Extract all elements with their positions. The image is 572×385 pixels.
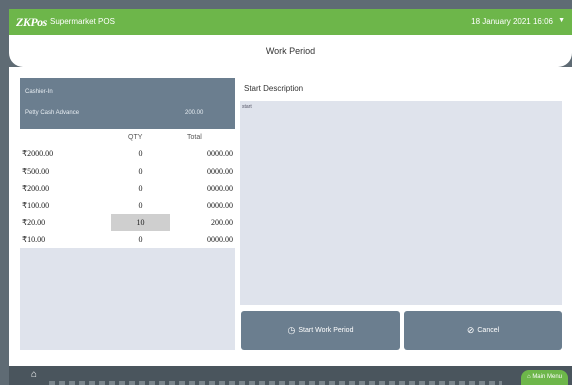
description-field[interactable]: start bbox=[240, 101, 562, 305]
table-row: ₹2000.00 0 0000.00 bbox=[20, 145, 235, 162]
denomination: ₹10.00 bbox=[22, 235, 46, 244]
denomination: ₹2000.00 bbox=[22, 149, 54, 158]
total-header: Total bbox=[187, 134, 202, 141]
bottom-bar: ⌂ ⌂ Main Menu bbox=[9, 366, 572, 385]
qty-field[interactable]: 0 bbox=[111, 163, 170, 180]
left-panel-empty bbox=[20, 248, 235, 350]
qty-field[interactable]: 10 bbox=[111, 214, 170, 231]
row-total: 0000.00 bbox=[207, 149, 233, 158]
datetime: 18 January 2021 16:06 bbox=[471, 17, 553, 26]
main-menu-button[interactable]: ⌂ Main Menu bbox=[521, 370, 568, 385]
description-text: start bbox=[242, 104, 252, 110]
main-menu-label: Main Menu bbox=[532, 374, 562, 380]
title-card: Work Period bbox=[9, 35, 572, 67]
denomination: ₹200.00 bbox=[22, 184, 50, 193]
home-icon[interactable]: ⌂ bbox=[31, 369, 37, 380]
app-title: Supermarket POS bbox=[50, 17, 115, 26]
start-work-period-button[interactable]: ◷ Start Work Period bbox=[241, 311, 400, 350]
row-total: 200.00 bbox=[211, 218, 233, 227]
page-title: Work Period bbox=[265, 46, 316, 56]
table-row: ₹10.00 0 0000.00 bbox=[20, 231, 235, 248]
row-total: 0000.00 bbox=[207, 235, 233, 244]
row-total: 0000.00 bbox=[207, 201, 233, 210]
cancel-icon: ⊘ bbox=[466, 325, 475, 335]
qty-field[interactable]: 0 bbox=[111, 145, 170, 162]
table-row: ₹100.00 0 0000.00 bbox=[20, 197, 235, 214]
cash-header: Cashier-In Petty Cash Advance 200.00 bbox=[20, 78, 235, 129]
petty-cash-label: Petty Cash Advance bbox=[25, 110, 80, 116]
cancel-button-label: Cancel bbox=[477, 327, 500, 334]
qty-header: QTY bbox=[128, 134, 143, 141]
qty-field[interactable]: 0 bbox=[111, 197, 170, 214]
top-bar: ZKPos Supermarket POS 18 January 2021 16… bbox=[9, 9, 572, 35]
table-header: QTY Total bbox=[20, 134, 235, 144]
denomination: ₹100.00 bbox=[22, 201, 50, 210]
dropdown-caret-icon[interactable]: ▼ bbox=[558, 17, 565, 24]
qty-field[interactable]: 0 bbox=[111, 231, 170, 248]
qty-field[interactable]: 0 bbox=[111, 180, 170, 197]
petty-cash-value: 200.00 bbox=[185, 110, 204, 116]
description-label: Start Description bbox=[244, 84, 304, 93]
clock-icon: ◷ bbox=[287, 325, 296, 335]
table-row: ₹200.00 0 0000.00 bbox=[20, 180, 235, 197]
cancel-button[interactable]: ⊘ Cancel bbox=[404, 311, 562, 350]
denomination: ₹20.00 bbox=[22, 218, 46, 227]
denomination: ₹500.00 bbox=[22, 167, 50, 176]
cashier-label: Cashier-In bbox=[25, 89, 53, 95]
app-logo: ZKPos bbox=[16, 15, 47, 29]
row-total: 0000.00 bbox=[207, 167, 233, 176]
table-row: ₹500.00 0 0000.00 bbox=[20, 163, 235, 180]
taskbar-strip bbox=[49, 381, 502, 385]
row-total: 0000.00 bbox=[207, 184, 233, 193]
start-button-label: Start Work Period bbox=[298, 327, 354, 334]
table-row: ₹20.00 10 200.00 bbox=[20, 214, 235, 231]
